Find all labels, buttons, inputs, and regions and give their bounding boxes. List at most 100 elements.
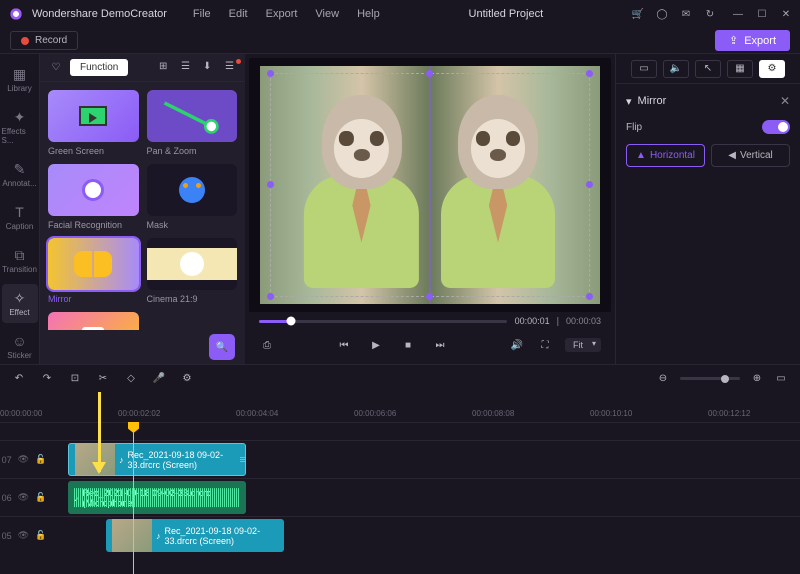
- more-icon[interactable]: ☰: [225, 61, 239, 75]
- record-button[interactable]: Record: [10, 31, 78, 50]
- flip-toggle[interactable]: [762, 120, 790, 134]
- sidebar-effects-store[interactable]: ✦Effects S...: [2, 103, 38, 151]
- zoom-slider[interactable]: [680, 377, 740, 380]
- prop-tab-image[interactable]: ▦: [727, 60, 753, 78]
- menu-view[interactable]: View: [315, 8, 339, 20]
- zoom-out-icon[interactable]: ⊖: [656, 372, 670, 386]
- effect-mask[interactable]: Mask: [147, 164, 238, 230]
- export-icon: ⇪: [729, 34, 738, 47]
- effects-store-icon: ✦: [12, 109, 28, 125]
- lock-icon[interactable]: 🔓: [35, 492, 46, 503]
- export-button[interactable]: ⇪ Export: [715, 30, 790, 51]
- zoom-fit-icon[interactable]: ▭: [774, 372, 788, 386]
- split-icon[interactable]: ✂: [96, 372, 110, 386]
- sidebar-annotate[interactable]: ✎Annotat...: [2, 155, 38, 194]
- eye-icon[interactable]: 👁: [18, 530, 29, 541]
- audio-track: 06👁🔓 ♪Rec_2021-09-18 09-02-33.drcrc (Mic…: [0, 478, 800, 516]
- sidebar-sticker[interactable]: ☺Sticker: [2, 327, 38, 364]
- sidebar-transition[interactable]: ⧉Transition: [2, 241, 38, 280]
- timeline-tools: ↶ ↷ ⊡ ✂ ◇ 🎤 ⚙ ⊖ ⊕ ▭: [0, 364, 800, 392]
- chevron-down-icon[interactable]: ▾: [626, 95, 632, 108]
- list-view-icon[interactable]: ☰: [181, 61, 195, 75]
- audio-clip[interactable]: ♪Rec_2021-09-18 09-02-33.drcrc (Micropho…: [68, 481, 246, 514]
- sidebar-caption[interactable]: TCaption: [2, 198, 38, 237]
- search-button[interactable]: 🔍: [209, 334, 235, 360]
- effect-extra[interactable]: [48, 312, 139, 330]
- eye-icon[interactable]: 👁: [18, 492, 29, 503]
- marker-icon[interactable]: ◇: [124, 372, 138, 386]
- lock-icon[interactable]: 🔓: [35, 454, 46, 465]
- cart-icon[interactable]: 🛒: [632, 8, 644, 20]
- title-actions: 🛒 ◯ ✉ ↻: [632, 8, 716, 20]
- sidebar-effect[interactable]: ✧Effect: [2, 284, 38, 323]
- prop-tab-cursor[interactable]: ↖: [695, 60, 721, 78]
- effect-pan-zoom[interactable]: Pan & Zoom: [147, 90, 238, 156]
- favorites-tab[interactable]: ♡: [46, 58, 66, 78]
- music-icon: ♪: [119, 455, 124, 465]
- app-logo: [8, 6, 24, 22]
- volume-icon[interactable]: 🔊: [509, 337, 525, 353]
- effect-green-screen[interactable]: Green Screen: [48, 90, 139, 156]
- vertical-button[interactable]: ◀Vertical: [711, 144, 790, 167]
- menu-edit[interactable]: Edit: [229, 8, 248, 20]
- effects-grid: Green ScreenPan & ZoomFacial Recognition…: [40, 82, 245, 330]
- selection-box[interactable]: [270, 73, 590, 297]
- timeline-ruler[interactable]: 00:00:00:0000:00:02:0200:00:04:0400:00:0…: [0, 392, 800, 422]
- flip-label: Flip: [626, 122, 642, 133]
- properties-panel: ▭ 🔈 ↖ ▦ ⚙ ▾ Mirror ✕ Flip ▲Horizontal ◀V…: [615, 54, 800, 364]
- lock-icon[interactable]: 🔓: [35, 530, 46, 541]
- message-icon[interactable]: ✉: [680, 8, 692, 20]
- stop-icon[interactable]: ■: [400, 337, 416, 353]
- sidebar-library[interactable]: ▦Library: [2, 60, 38, 99]
- mic-icon[interactable]: 🎤: [152, 372, 166, 386]
- function-tab[interactable]: Function: [70, 59, 128, 76]
- prev-icon[interactable]: ⏮: [336, 337, 352, 353]
- undo-icon[interactable]: ↶: [12, 372, 26, 386]
- prop-tab-video[interactable]: ▭: [631, 60, 657, 78]
- drag-arrow: [98, 392, 101, 472]
- ruler-mark: 00:00:12:12: [708, 409, 750, 418]
- menu-help[interactable]: Help: [357, 8, 380, 20]
- prop-tab-audio[interactable]: 🔈: [663, 60, 689, 78]
- crop-icon[interactable]: ⊡: [68, 372, 82, 386]
- fullscreen-icon[interactable]: ⛶: [537, 337, 553, 353]
- horizontal-button[interactable]: ▲Horizontal: [626, 144, 705, 167]
- user-icon[interactable]: ◯: [656, 8, 668, 20]
- snapshot-icon[interactable]: ⎙: [259, 337, 275, 353]
- props-tabs: ▭ 🔈 ↖ ▦ ⚙: [616, 54, 800, 84]
- next-icon[interactable]: ⏭: [432, 337, 448, 353]
- menu-file[interactable]: File: [193, 8, 211, 20]
- preview-canvas[interactable]: [249, 58, 611, 312]
- effect-facial[interactable]: Facial Recognition: [48, 164, 139, 230]
- close-icon[interactable]: ✕: [780, 8, 792, 20]
- scrub-track[interactable]: [259, 320, 507, 323]
- zoom-in-icon[interactable]: ⊕: [750, 372, 764, 386]
- effects-panel: ♡ Function ⊞ ☰ ⬇ ☰ Green ScreenPan & Zoo…: [40, 54, 245, 364]
- vertical-icon: ◀: [728, 150, 736, 161]
- screen-track: 05👁🔓 ♪Rec_2021-09-18 09-02-33.drcrc (Scr…: [0, 516, 800, 554]
- preview-area: 00:00:01 | 00:00:03 ⎙ ⏮ ▶ ■ ⏭ 🔊 ⛶ Fit: [245, 54, 615, 364]
- main-area: ▦Library ✦Effects S... ✎Annotat... TCapt…: [0, 54, 800, 364]
- download-icon[interactable]: ⬇: [203, 61, 217, 75]
- close-section-icon[interactable]: ✕: [780, 94, 790, 108]
- eye-icon[interactable]: 👁: [18, 454, 29, 465]
- ruler-mark: 00:00:06:06: [354, 409, 396, 418]
- playhead[interactable]: [133, 422, 134, 574]
- record-label: Record: [35, 35, 67, 46]
- sync-icon[interactable]: ↻: [704, 8, 716, 20]
- toolbar: Record ⇪ Export: [0, 28, 800, 54]
- track-head-video: 07👁🔓: [0, 441, 48, 478]
- play-icon[interactable]: ▶: [368, 337, 384, 353]
- prop-tab-effect[interactable]: ⚙: [759, 60, 785, 78]
- menu-export[interactable]: Export: [266, 8, 298, 20]
- redo-icon[interactable]: ↷: [40, 372, 54, 386]
- settings-icon[interactable]: ⚙: [180, 372, 194, 386]
- scrub-thumb[interactable]: [287, 317, 296, 326]
- effect-cinema[interactable]: Cinema 21:9: [147, 238, 238, 304]
- export-label: Export: [744, 35, 776, 47]
- minimize-icon[interactable]: —: [732, 8, 744, 20]
- effect-mirror[interactable]: Mirror: [48, 238, 139, 304]
- maximize-icon[interactable]: ☐: [756, 8, 768, 20]
- fit-select[interactable]: Fit: [565, 338, 601, 352]
- grid-view-icon[interactable]: ⊞: [159, 61, 173, 75]
